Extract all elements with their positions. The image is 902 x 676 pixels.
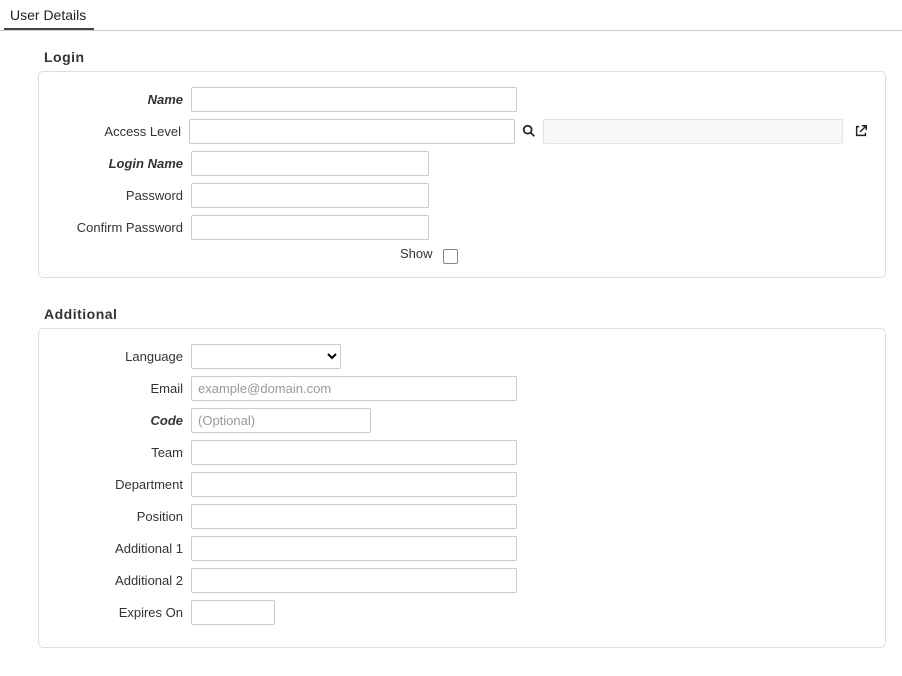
label-position: Position — [55, 509, 191, 524]
tab-user-details[interactable]: User Details — [4, 4, 94, 30]
access-level-display — [543, 119, 843, 144]
label-access-level: Access Level — [55, 124, 189, 139]
label-show: Show — [400, 246, 433, 261]
label-additional-2: Additional 2 — [55, 573, 191, 588]
section-heading-login: Login — [44, 49, 902, 65]
additional-2-input[interactable] — [191, 568, 517, 593]
search-icon[interactable] — [521, 123, 537, 139]
external-link-icon[interactable] — [853, 123, 869, 139]
team-input[interactable] — [191, 440, 517, 465]
label-email: Email — [55, 381, 191, 396]
panel-additional: Language Email Code Team Department Posi… — [38, 328, 886, 648]
code-input[interactable] — [191, 408, 371, 433]
label-code: Code — [55, 413, 191, 428]
label-confirm-password: Confirm Password — [55, 220, 191, 235]
name-input[interactable] — [191, 87, 517, 112]
department-input[interactable] — [191, 472, 517, 497]
access-level-input[interactable] — [189, 119, 515, 144]
label-password: Password — [55, 188, 191, 203]
label-expires-on: Expires On — [55, 605, 191, 620]
expires-on-input[interactable] — [191, 600, 275, 625]
label-team: Team — [55, 445, 191, 460]
additional-1-input[interactable] — [191, 536, 517, 561]
show-password-checkbox[interactable] — [443, 249, 458, 264]
login-name-input[interactable] — [191, 151, 429, 176]
section-heading-additional: Additional — [44, 306, 902, 322]
confirm-password-input[interactable] — [191, 215, 429, 240]
label-additional-1: Additional 1 — [55, 541, 191, 556]
label-name: Name — [55, 92, 191, 107]
language-select[interactable] — [191, 344, 341, 369]
label-language: Language — [55, 349, 191, 364]
panel-login: Name Access Level Login Name Password — [38, 71, 886, 278]
position-input[interactable] — [191, 504, 517, 529]
label-department: Department — [55, 477, 191, 492]
tab-bar: User Details — [0, 0, 902, 31]
label-login-name: Login Name — [55, 156, 191, 171]
email-input[interactable] — [191, 376, 517, 401]
password-input[interactable] — [191, 183, 429, 208]
